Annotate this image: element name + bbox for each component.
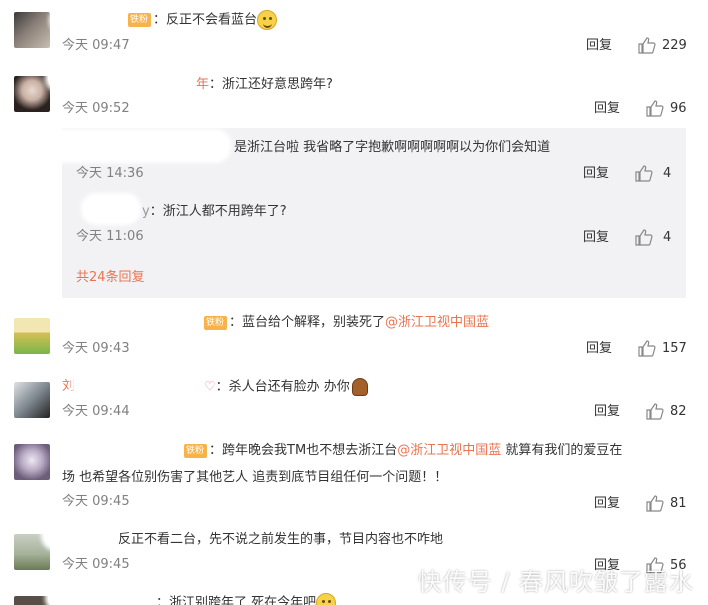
reply-button[interactable]: 回复	[583, 229, 609, 247]
thumbs-up-icon[interactable]	[646, 495, 664, 512]
like-count: 157	[662, 341, 687, 356]
username-redacted	[56, 434, 184, 460]
comment-item: 铁粉 ：反正不会看蓝台 今天 09:47 回复 229	[0, 0, 708, 62]
username-redacted	[74, 370, 202, 398]
thumbs-up-icon[interactable]	[638, 340, 656, 357]
like-count: 96	[670, 101, 687, 116]
reply-button[interactable]: 回复	[594, 495, 620, 513]
fan-badge: 铁粉	[184, 443, 208, 458]
comment-body: 蓝台给个解释，别装死了	[242, 315, 386, 330]
like-count: 81	[670, 496, 687, 511]
mention-link[interactable]: @浙江卫视中国蓝	[397, 443, 501, 458]
like-count: 82	[670, 404, 687, 419]
mention-link[interactable]: @浙江卫视中国蓝	[385, 315, 489, 330]
username-fragment[interactable]: ♡	[204, 380, 216, 395]
smile-emoji-icon	[257, 10, 278, 30]
thumbs-up-icon[interactable]	[646, 403, 664, 420]
comment-text: 反正不看二台，先不说之前发生的事，节目内容也不咋地	[118, 531, 443, 549]
fan-badge: 铁粉	[128, 13, 152, 27]
like-count: 4	[663, 166, 672, 181]
comment-body: 反正不看二台，先不说之前发生的事，节目内容也不咋地	[118, 532, 444, 547]
comment-text: 铁粉 ：跨年晚会我TM也不想去浙江台@浙江卫视中国蓝 就算有我们的爱豆在	[184, 443, 623, 458]
reply-button[interactable]: 回复	[586, 340, 612, 358]
comment-time: 今天 09:52	[62, 101, 130, 116]
avatar[interactable]	[14, 596, 50, 605]
comment-body: 浙江还好意思跨年?	[222, 77, 333, 92]
comment-text: 铁粉 ：反正不会看蓝台	[128, 10, 278, 30]
comment-time: 今天 09:43	[62, 341, 130, 356]
thumbs-up-icon[interactable]	[635, 229, 653, 246]
smile-emoji-icon	[316, 593, 337, 605]
avatar[interactable]	[14, 444, 50, 480]
comment-body: 反正不会看蓝台	[166, 12, 258, 28]
sub-reply-text: y：浙江人都不用跨年了?	[142, 204, 287, 219]
avatar[interactable]	[14, 12, 50, 48]
comment-text: 年：浙江还好意思跨年?	[196, 77, 333, 92]
fan-badge: 铁粉	[204, 315, 228, 330]
thumbs-up-icon[interactable]	[646, 100, 664, 117]
comment-body: 跨年晚会我TM也不想去浙江台	[222, 443, 398, 458]
reply-button[interactable]: 回复	[586, 37, 612, 55]
comment-text-line2: 场 也希望各位别伤害了其他艺人 追责到底节目组任何一个问题！！	[62, 470, 448, 485]
username-fragment[interactable]: y	[142, 204, 150, 219]
reply-button[interactable]: 回复	[594, 100, 620, 118]
comment-text: ♡：杀人台还有脸办 办你	[204, 378, 368, 397]
comment-body: 杀人台还有脸办 办你	[228, 379, 350, 395]
comment-item: 年：浙江还好意思跨年? 今天 09:52 回复 96	[0, 62, 708, 128]
comment-item: 铁粉 ：蓝台给个解释，别装死了@浙江卫视中国蓝 今天 09:43 回复 157	[0, 306, 708, 370]
username-redacted	[48, 586, 152, 605]
comment-time: 今天 09:44	[62, 404, 130, 419]
horse-emoji-icon	[351, 378, 368, 396]
sub-reply-time: 今天 11:06	[76, 229, 144, 244]
like-count: 4	[663, 230, 672, 245]
comment-time: 今天 09:45	[62, 494, 130, 509]
more-replies-link[interactable]: 共24条回复	[76, 269, 145, 287]
comment-item: 刘 ♡：杀人台还有脸办 办你 今天 09:44 回复 82	[0, 370, 708, 430]
comment-text: 铁粉 ：蓝台给个解释，别装死了@浙江卫视中国蓝	[204, 315, 490, 330]
like-count: 229	[662, 38, 687, 53]
avatar[interactable]	[14, 382, 50, 418]
avatar[interactable]	[14, 318, 50, 354]
username-redacted	[58, 308, 204, 336]
comment-body: 就算有我们的爱豆在	[501, 443, 623, 458]
username-redacted	[84, 196, 138, 222]
sub-reply-box: 是浙江台啦 我省略了字抱歉啊啊啊啊啊以为你们会知道 今天 14:36 回复 4 …	[50, 128, 686, 298]
username-fragment[interactable]: 年	[196, 77, 209, 92]
username-redacted	[50, 132, 228, 160]
comment-body: 浙江别跨年了 死在今年吧	[169, 595, 317, 605]
username-redacted	[48, 64, 196, 90]
username-redacted	[44, 520, 114, 548]
comment-time: 今天 09:45	[62, 557, 130, 572]
comment-item: 铁粉 ：跨年晚会我TM也不想去浙江台@浙江卫视中国蓝 就算有我们的爱豆在 场 也希…	[0, 430, 708, 518]
comment-text: ：浙江别跨年了 死在今年吧	[156, 593, 337, 605]
sub-reply-text: 是浙江台啦 我省略了字抱歉啊啊啊啊啊以为你们会知道	[234, 140, 551, 155]
reply-button[interactable]: 回复	[583, 165, 609, 183]
sub-reply-body: 浙江人都不用跨年了?	[162, 204, 287, 219]
avatar[interactable]	[14, 76, 50, 112]
sub-reply-time: 今天 14:36	[76, 166, 144, 181]
username-redacted	[52, 8, 124, 32]
comment-time: 今天 09:47	[62, 38, 130, 53]
reply-button[interactable]: 回复	[594, 403, 620, 421]
thumbs-up-icon[interactable]	[635, 165, 653, 182]
thumbs-up-icon[interactable]	[638, 37, 656, 54]
watermark: 快传号 / 春风吹皱了露水	[417, 568, 694, 596]
